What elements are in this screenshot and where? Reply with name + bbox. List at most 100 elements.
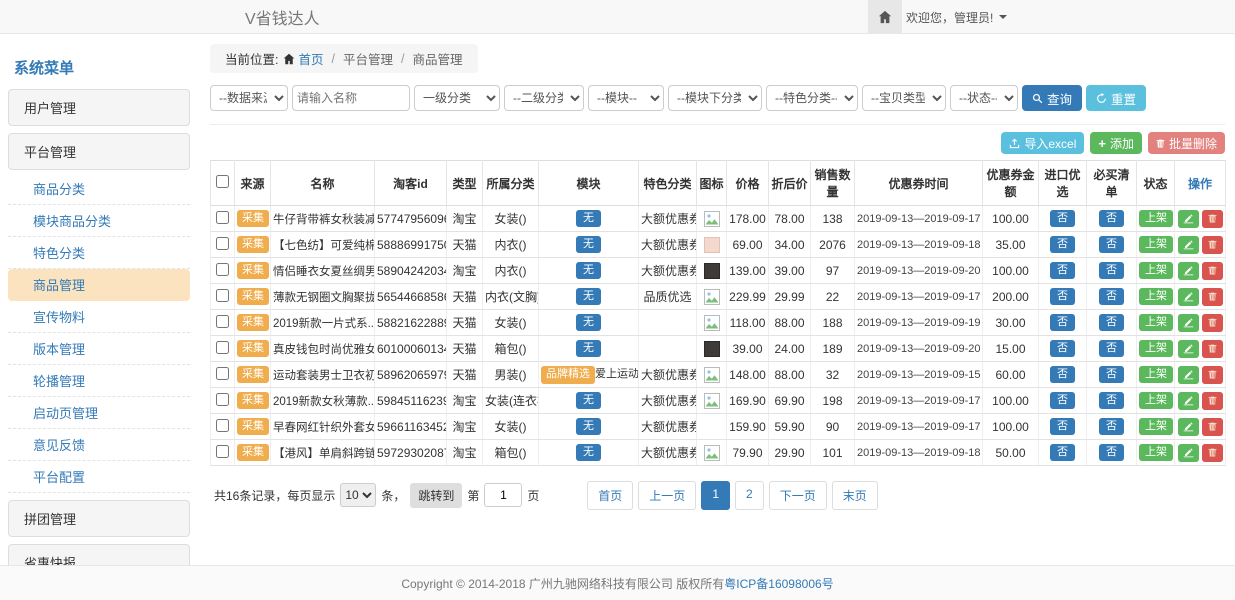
- import-pick-toggle[interactable]: 否: [1050, 288, 1075, 305]
- delete-button[interactable]: [1202, 288, 1223, 306]
- page-button-1[interactable]: 1: [701, 481, 730, 510]
- home-button[interactable]: [868, 0, 902, 34]
- per-page-select[interactable]: 10: [340, 483, 376, 507]
- name-filter-input[interactable]: [292, 85, 410, 111]
- row-checkbox[interactable]: [216, 289, 229, 302]
- edit-button[interactable]: [1178, 314, 1199, 332]
- status-badge[interactable]: 上架: [1139, 288, 1173, 305]
- status-badge[interactable]: 上架: [1139, 392, 1173, 409]
- edit-button[interactable]: [1178, 210, 1199, 228]
- row-checkbox[interactable]: [216, 341, 229, 354]
- import-pick-toggle[interactable]: 否: [1050, 314, 1075, 331]
- module-filter-select[interactable]: --模块--: [588, 85, 664, 111]
- edit-button[interactable]: [1178, 392, 1199, 410]
- edit-button[interactable]: [1178, 444, 1199, 462]
- sidebar-group-platform[interactable]: 平台管理: [8, 133, 190, 170]
- module-badge[interactable]: 无: [576, 210, 601, 227]
- category-level2-filter-select[interactable]: --二级分类--: [504, 85, 584, 111]
- page-button-末页[interactable]: 末页: [832, 481, 878, 510]
- category-level1-filter-select[interactable]: 一级分类: [414, 85, 500, 111]
- jump-button[interactable]: 跳转到: [410, 483, 462, 508]
- sidebar-item-宣传物料[interactable]: 宣传物料: [8, 301, 190, 333]
- status-badge[interactable]: 上架: [1139, 262, 1173, 279]
- must-buy-toggle[interactable]: 否: [1099, 366, 1124, 383]
- must-buy-toggle[interactable]: 否: [1099, 444, 1124, 461]
- row-checkbox[interactable]: [216, 367, 229, 380]
- must-buy-toggle[interactable]: 否: [1099, 392, 1124, 409]
- sidebar-item-模块商品分类[interactable]: 模块商品分类: [8, 205, 190, 237]
- module-badge[interactable]: 无: [576, 236, 601, 253]
- delete-button[interactable]: [1202, 444, 1223, 462]
- must-buy-toggle[interactable]: 否: [1099, 340, 1124, 357]
- search-button[interactable]: 查询: [1022, 85, 1082, 111]
- import-pick-toggle[interactable]: 否: [1050, 210, 1075, 227]
- import-excel-button[interactable]: 导入excel: [1001, 132, 1084, 154]
- row-checkbox[interactable]: [216, 419, 229, 432]
- status-badge[interactable]: 上架: [1139, 444, 1173, 461]
- sidebar-item-版本管理[interactable]: 版本管理: [8, 333, 190, 365]
- select-all-checkbox[interactable]: [216, 175, 229, 188]
- status-badge[interactable]: 上架: [1139, 366, 1173, 383]
- sidebar-item-启动页管理[interactable]: 启动页管理: [8, 397, 190, 429]
- page-button-上一页[interactable]: 上一页: [638, 481, 696, 510]
- sidebar-item-意见反馈[interactable]: 意见反馈: [8, 429, 190, 461]
- icp-link[interactable]: 粤ICP备16098006号: [724, 575, 833, 592]
- feature-category-filter-select[interactable]: --特色分类--: [766, 85, 858, 111]
- edit-button[interactable]: [1178, 262, 1199, 280]
- page-button-下一页[interactable]: 下一页: [769, 481, 827, 510]
- row-checkbox[interactable]: [216, 237, 229, 250]
- must-buy-toggle[interactable]: 否: [1099, 418, 1124, 435]
- status-badge[interactable]: 上架: [1139, 210, 1173, 227]
- import-pick-toggle[interactable]: 否: [1050, 444, 1075, 461]
- import-pick-toggle[interactable]: 否: [1050, 262, 1075, 279]
- module-badge[interactable]: 无: [576, 418, 601, 435]
- import-pick-toggle[interactable]: 否: [1050, 236, 1075, 253]
- add-button[interactable]: + 添加: [1090, 132, 1142, 154]
- user-menu[interactable]: 欢迎您，管理员!: [906, 0, 1007, 34]
- sidebar-group-group-buy[interactable]: 拼团管理: [8, 500, 190, 537]
- edit-button[interactable]: [1178, 288, 1199, 306]
- import-pick-toggle[interactable]: 否: [1050, 340, 1075, 357]
- module-badge[interactable]: 无: [576, 288, 601, 305]
- breadcrumb-home-link[interactable]: 首页: [283, 49, 323, 68]
- status-badge[interactable]: 上架: [1139, 236, 1173, 253]
- data-source-filter-select[interactable]: --数据来源--: [210, 85, 288, 111]
- must-buy-toggle[interactable]: 否: [1099, 236, 1124, 253]
- delete-button[interactable]: [1202, 262, 1223, 280]
- module-badge[interactable]: 无: [576, 444, 601, 461]
- delete-button[interactable]: [1202, 418, 1223, 436]
- sidebar-item-平台配置[interactable]: 平台配置: [8, 461, 190, 493]
- must-buy-toggle[interactable]: 否: [1099, 288, 1124, 305]
- status-badge[interactable]: 上架: [1139, 418, 1173, 435]
- edit-button[interactable]: [1178, 366, 1199, 384]
- row-checkbox[interactable]: [216, 445, 229, 458]
- sidebar-item-商品管理[interactable]: 商品管理: [8, 269, 190, 301]
- row-checkbox[interactable]: [216, 393, 229, 406]
- edit-button[interactable]: [1178, 340, 1199, 358]
- delete-button[interactable]: [1202, 210, 1223, 228]
- row-checkbox[interactable]: [216, 315, 229, 328]
- delete-button[interactable]: [1202, 340, 1223, 358]
- sidebar-item-特色分类[interactable]: 特色分类: [8, 237, 190, 269]
- edit-button[interactable]: [1178, 418, 1199, 436]
- sidebar-item-商品分类[interactable]: 商品分类: [8, 173, 190, 205]
- batch-delete-button[interactable]: 批量删除: [1148, 132, 1225, 154]
- row-checkbox[interactable]: [216, 263, 229, 276]
- must-buy-toggle[interactable]: 否: [1099, 210, 1124, 227]
- import-pick-toggle[interactable]: 否: [1050, 366, 1075, 383]
- row-checkbox[interactable]: [216, 211, 229, 224]
- import-pick-toggle[interactable]: 否: [1050, 392, 1075, 409]
- page-number-input[interactable]: [484, 483, 522, 507]
- module-badge[interactable]: 品牌精选: [541, 366, 595, 383]
- page-button-2[interactable]: 2: [735, 481, 764, 510]
- status-filter-select[interactable]: --状态--: [950, 85, 1018, 111]
- module-sub-filter-select[interactable]: --模块下分类--: [668, 85, 762, 111]
- must-buy-toggle[interactable]: 否: [1099, 262, 1124, 279]
- module-badge[interactable]: 无: [576, 314, 601, 331]
- sidebar-item-轮播管理[interactable]: 轮播管理: [8, 365, 190, 397]
- sidebar-group-user[interactable]: 用户管理: [8, 89, 190, 126]
- item-type-filter-select[interactable]: --宝贝类型--: [862, 85, 946, 111]
- page-button-首页[interactable]: 首页: [587, 481, 633, 510]
- module-badge[interactable]: 无: [576, 262, 601, 279]
- delete-button[interactable]: [1202, 366, 1223, 384]
